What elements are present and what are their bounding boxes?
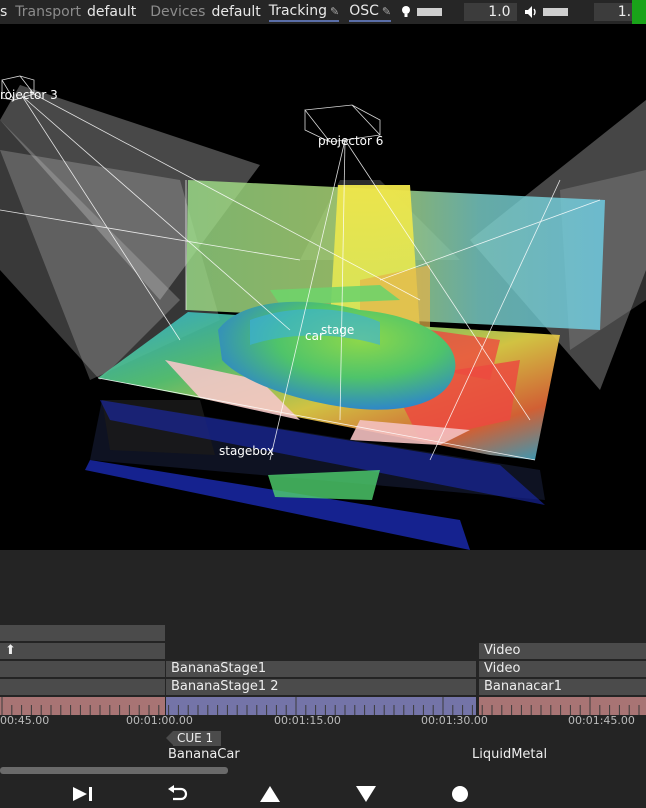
- record-icon[interactable]: [445, 783, 475, 805]
- car-label: car: [305, 329, 324, 343]
- bulb-icon: [401, 5, 411, 19]
- projector-3-label: rojector 3: [0, 88, 58, 102]
- cue-marker[interactable]: CUE 1: [165, 731, 222, 746]
- arrow-down-icon[interactable]: [351, 783, 381, 805]
- arrow-up-icon[interactable]: [255, 783, 285, 805]
- timeline-clip[interactable]: ⬆: [0, 643, 165, 659]
- timeline-clip-bananacar1[interactable]: Bananacar1: [479, 679, 646, 695]
- projector-6-label: projector 6: [318, 134, 384, 148]
- timeline-clip[interactable]: [0, 625, 165, 641]
- volume-slider[interactable]: [542, 8, 568, 16]
- ruler-tick-label: 00:01:15.00: [274, 714, 341, 727]
- light-slider[interactable]: [417, 8, 443, 16]
- scene-label-right: LiquidMetal: [472, 747, 548, 762]
- timeline-panel: ⬆ BananaStage1 BananaStage1 2 Video Vide…: [0, 550, 646, 808]
- pin-icon: ✎: [381, 4, 392, 18]
- light-value[interactable]: 1.0: [464, 3, 517, 21]
- ruler-ticks: [1, 697, 640, 715]
- timeline-clip-banana-stage1-2[interactable]: BananaStage1 2: [166, 679, 476, 695]
- osc-label: OSC: [349, 2, 379, 19]
- play-next-icon[interactable]: [68, 783, 98, 805]
- ruler-tick-label: 00:45.00: [0, 714, 50, 727]
- truncated-label: s: [0, 4, 8, 20]
- timeline-clip-banana-stage1[interactable]: BananaStage1: [166, 661, 476, 677]
- scene-label-left: BananaCar: [168, 747, 240, 762]
- stage-label: stage: [321, 323, 355, 337]
- status-indicator: [632, 0, 646, 24]
- tracking-label: Tracking: [268, 2, 328, 19]
- timeline-scrollbar[interactable]: [0, 767, 228, 774]
- devices-label: Devices: [150, 4, 206, 20]
- stagebox-label: stagebox: [219, 444, 275, 458]
- osc-menu[interactable]: OSC ✎: [349, 2, 392, 22]
- ruler-tick-label: 00:01:30.00: [421, 714, 488, 727]
- ruler-tick-label: 00:01:00.00: [126, 714, 193, 727]
- timeline-clip[interactable]: [0, 661, 165, 677]
- transport-value[interactable]: default: [87, 4, 136, 20]
- transport-label: Transport: [15, 4, 81, 20]
- devices-value[interactable]: default: [211, 4, 260, 20]
- ruler-tick-label: 00:01:45.00: [568, 714, 635, 727]
- tracking-menu[interactable]: Tracking ✎: [268, 2, 340, 22]
- speaker-icon: [524, 6, 539, 18]
- undo-icon[interactable]: [163, 783, 193, 805]
- pin-icon: ✎: [330, 4, 340, 18]
- timeline-clip[interactable]: [0, 679, 165, 695]
- timeline-clip-video[interactable]: Video: [479, 643, 646, 659]
- timeline-clip-video[interactable]: Video: [479, 661, 646, 677]
- scene-render: [0, 75, 646, 550]
- top-toolbar: s Transport default Devices default Trac…: [0, 0, 646, 24]
- 3d-viewport[interactable]: rojector 3 projector 6 stage car stagebo…: [0, 24, 646, 550]
